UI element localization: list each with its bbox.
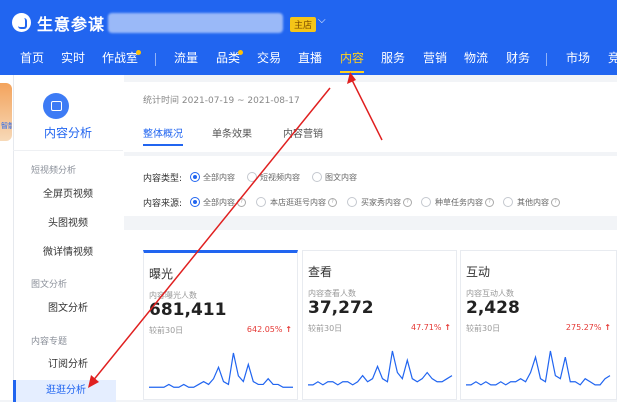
annotation-arrow-line xyxy=(91,87,331,383)
arrowhead-icon xyxy=(88,375,99,388)
annotation-arrows xyxy=(88,72,383,388)
arrowhead-icon xyxy=(347,72,356,84)
annotation-arrow-line xyxy=(349,75,383,141)
